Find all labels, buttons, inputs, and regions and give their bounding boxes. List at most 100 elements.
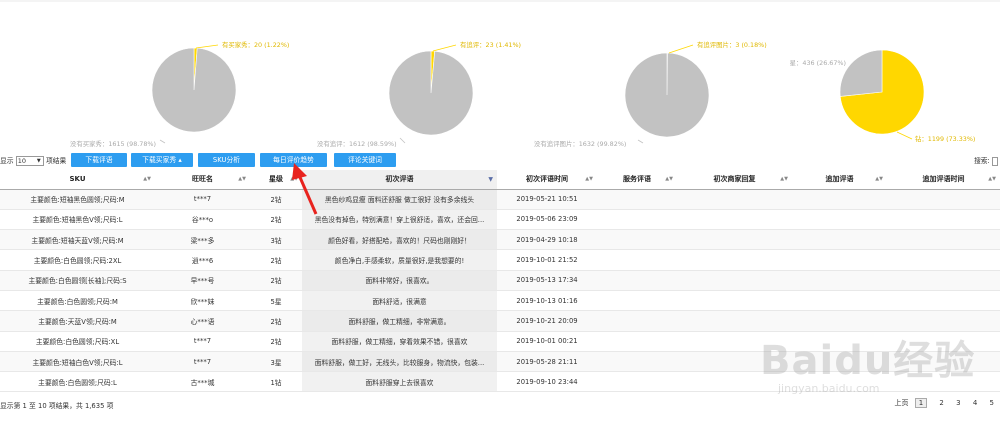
- table-cell: 3星: [250, 351, 302, 373]
- table-cell: [887, 209, 1000, 231]
- pie-label-line: [637, 139, 644, 144]
- table-cell: 2019-05-21 10:51: [497, 189, 597, 210]
- table-cell: 2019-10-01 00:21: [497, 331, 597, 352]
- watermark-logo: Baidu经验: [760, 338, 976, 384]
- search-control: 搜索:: [974, 155, 998, 166]
- sort-icon: ▲▼: [238, 176, 246, 182]
- table-cell: [677, 229, 792, 251]
- table-row[interactable]: 主要颜色:白色圆领;尺码:M 欣***妹 5星 面料舒适，很满意 2019-10-13 …: [0, 290, 1000, 312]
- table-row[interactable]: 主要颜色:短袖黑色V领;尺码:L 谷***o 2钻 黑色没有掉色，特别满意！穿上很舒适…: [0, 209, 1000, 231]
- table-cell: 面料舒适，很满意: [302, 290, 497, 312]
- table-cell: 早***号: [155, 270, 250, 291]
- table-cell: 面料舒服，做工好，无线头，比较服身，物流快，包装...: [302, 351, 497, 373]
- table-cell: 2019-10-21 20:09: [497, 310, 597, 332]
- table-cell: 主要颜色:短袖黑色V领;尺码:L: [0, 209, 155, 231]
- table-cell: 主要颜色:短袖黑色圆领;尺码:M: [0, 189, 155, 210]
- col-header-followup-review[interactable]: 追加评语 ▲▼: [792, 170, 887, 190]
- review-keywords-button[interactable]: 评论关键词: [334, 153, 396, 167]
- table-cell: [677, 189, 792, 210]
- col-header-followup-time[interactable]: 追加评语时间 ▲▼: [887, 170, 1000, 190]
- table-cell: 2钻: [250, 189, 302, 210]
- pie-charts-svg: 有买家秀：20 (1.22%) 没有买家秀：1615 (98.78%) 有追评：23…: [70, 40, 975, 148]
- table-row[interactable]: 主要颜色:短袖天蓝V领;尺码:M 梁***多 3钻 颜色好看，好搭配哈，喜欢的！尺码也…: [0, 229, 1000, 251]
- table-row[interactable]: 主要颜色:白色圆领;尺码:2XL 逍***6 2钻 颜色净白,手感柔软，质量很好,是我…: [0, 249, 1000, 271]
- pie-slice-label: 有追评图片：3 (0.18%): [697, 40, 767, 49]
- table-cell: 2019-05-28 21:11: [497, 351, 597, 373]
- table-cell: t***7: [155, 351, 250, 373]
- pie-slice-label: 没有买家秀：1615 (98.78%): [70, 139, 156, 148]
- page-length-select[interactable]: 10 ▼: [15, 156, 44, 166]
- table-cell: 颜色净白,手感柔软，质量很好,是我想要的!: [302, 249, 497, 271]
- table-cell: [597, 249, 677, 271]
- table-cell: [597, 209, 677, 231]
- table-cell: 2019-10-13 01:16: [497, 290, 597, 312]
- pie-slice[interactable]: [388, 50, 474, 136]
- table-cell: [597, 270, 677, 291]
- table-cell: [887, 290, 1000, 312]
- table-cell: [887, 189, 1000, 210]
- table-row[interactable]: 主要颜色:白色圆领[长袖];尺码:S 早***号 2钻 面料非常好，很喜欢。 2019-…: [0, 270, 1000, 291]
- show-suffix: 项结果: [45, 157, 67, 165]
- download-reviews-button[interactable]: 下载评语: [71, 153, 127, 167]
- table-cell: 2019-05-13 17:34: [497, 270, 597, 291]
- search-label: 搜索:: [973, 157, 990, 165]
- table-cell: 黑色纱鸡显瘦 面料还舒服 做工很好 没有多余线头: [302, 189, 497, 210]
- table-cell: [677, 290, 792, 312]
- table-cell: 2019-05-06 23:09: [497, 209, 597, 231]
- table-cell: 黑色没有掉色，特别满意！穿上很舒适，喜欢，还会回...: [302, 209, 497, 231]
- table-cell: [597, 189, 677, 210]
- col-header-seller-reply[interactable]: 初次商家回复 ▲▼: [677, 170, 792, 190]
- sort-icon: ▲▼: [143, 176, 151, 182]
- pie-slice[interactable]: [624, 52, 710, 138]
- table-cell: 主要颜色:白色圆领[长袖];尺码:S: [0, 270, 155, 291]
- col-header-first-review-time[interactable]: 初次评语时间 ▲▼: [497, 170, 597, 190]
- table-cell: 谷***o: [155, 209, 250, 231]
- page-length-control: 显示 10 ▼ 项结果: [0, 155, 66, 166]
- search-input[interactable]: [992, 156, 998, 166]
- table-cell: 2钻: [250, 310, 302, 332]
- col-header-rating[interactable]: 星级 ▲▼: [250, 170, 302, 190]
- sort-icon: ▲▼: [665, 176, 673, 182]
- show-prefix: 显示: [0, 157, 14, 165]
- table-cell: 2019-09-10 23:44: [497, 371, 597, 393]
- table-cell: t***7: [155, 189, 250, 210]
- table-cell: [887, 249, 1000, 271]
- col-header-service-review[interactable]: 服务评语 ▲▼: [597, 170, 677, 190]
- table-cell: [887, 270, 1000, 291]
- pie-label-line: [896, 131, 913, 140]
- col-header-nickname[interactable]: 旺旺名 ▲▼: [155, 170, 250, 190]
- table-cell: 欣***妹: [155, 290, 250, 312]
- pie-slice-label: 星：436 (26.67%): [790, 59, 846, 67]
- table-cell: [887, 229, 1000, 251]
- sku-analysis-button[interactable]: SKU分析: [198, 153, 255, 167]
- table-cell: [597, 331, 677, 352]
- table-cell: [677, 249, 792, 271]
- table-cell: t***7: [155, 331, 250, 352]
- daily-review-trend-button[interactable]: 每日评价趋势: [260, 153, 327, 167]
- col-header-sku[interactable]: SKU ▲▼: [0, 170, 155, 190]
- pie-label-line: [432, 44, 457, 52]
- table-cell: 2019-04-29 10:18: [497, 229, 597, 251]
- pie-slice-label: 有追评：23 (1.41%): [460, 40, 521, 49]
- pie-label-line: [159, 139, 166, 144]
- table-cell: [792, 249, 887, 271]
- table-cell: 颜色好看，好搭配哈，喜欢的！尺码也刚刚好！: [302, 229, 497, 251]
- pie-slice[interactable]: [151, 47, 237, 133]
- table-cell: 主要颜色:短袖天蓝V领;尺码:M: [0, 229, 155, 251]
- table-row[interactable]: 主要颜色:短袖黑色圆领;尺码:M t***7 2钻 黑色纱鸡显瘦 面料还舒服 做工很好…: [0, 189, 1000, 210]
- table-cell: 5星: [250, 290, 302, 312]
- table-cell: 主要颜色:短袖白色V领;尺码:L: [0, 351, 155, 373]
- table-cell: [792, 290, 887, 312]
- pie-charts-area: 有买家秀：20 (1.22%) 没有买家秀：1615 (98.78%) 有追评：23…: [0, 0, 1000, 150]
- download-buyer-show-button[interactable]: 下载买家秀 ▴: [131, 153, 193, 167]
- pie-slice[interactable]: [839, 49, 883, 97]
- table-cell: [677, 270, 792, 291]
- col-header-first-review[interactable]: 初次评语 ▼: [302, 170, 497, 190]
- table-cell: 2019-10-01 21:52: [497, 249, 597, 271]
- sort-icon: ▲▼: [585, 176, 593, 182]
- sort-desc-icon: ▼: [488, 176, 493, 183]
- table-info: 显示第 1 至 10 项结果，共 1,635 项: [0, 402, 114, 410]
- table-cell: 古***城: [155, 371, 250, 393]
- table-cell: 主要颜色:天蓝V领;尺码:M: [0, 310, 155, 332]
- table-cell: 2钻: [250, 331, 302, 352]
